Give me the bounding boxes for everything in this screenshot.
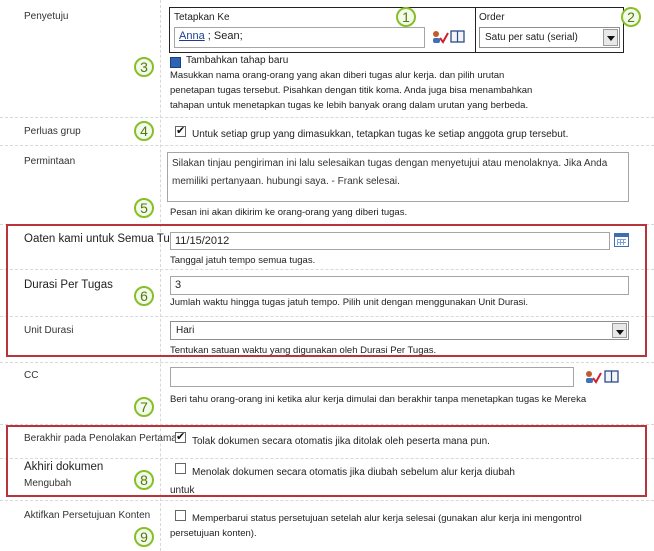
callout-1: 1 bbox=[396, 7, 416, 27]
request-label: Permintaan bbox=[24, 156, 76, 167]
assign-to-picker-icons bbox=[433, 30, 465, 44]
callout-5: 5 bbox=[134, 198, 154, 218]
cc-input[interactable] bbox=[170, 367, 574, 387]
row-divider bbox=[0, 362, 654, 363]
callout-8: 8 bbox=[134, 470, 154, 490]
check-names-icon[interactable] bbox=[433, 31, 449, 44]
approvers-help: Masukkan nama orang-orang yang akan dibe… bbox=[170, 70, 533, 111]
order-select[interactable]: Satu per satu (serial) bbox=[479, 27, 620, 48]
cc-label: CC bbox=[24, 370, 39, 381]
callout-6: 6 bbox=[134, 286, 154, 306]
request-help: Pesan ini akan dikirim ke orang-orang ya… bbox=[170, 207, 408, 218]
callout-2: 2 bbox=[621, 7, 641, 27]
request-textarea[interactable]: Silakan tinjau pengiriman ini lalu seles… bbox=[167, 152, 629, 202]
request-text: Silakan tinjau pengiriman ini lalu seles… bbox=[172, 158, 608, 187]
expand-groups-label: Perluas grup bbox=[24, 126, 81, 137]
approvers-label: Penyetuju bbox=[24, 11, 69, 22]
add-stage-link[interactable]: Tambahkan tahap baru bbox=[186, 55, 288, 66]
assign-to-text: ; Sean; bbox=[207, 30, 243, 42]
check-names-icon[interactable] bbox=[586, 371, 602, 384]
address-book-icon[interactable] bbox=[450, 30, 465, 43]
row-divider bbox=[0, 500, 654, 501]
callout-7: 7 bbox=[134, 397, 154, 417]
content-approval-checkbox-label: Memperbarui status persetujuan setelah a… bbox=[170, 513, 582, 539]
add-stage-icon[interactable] bbox=[170, 57, 181, 68]
callout-3: 3 bbox=[134, 57, 154, 77]
content-approval-label: Aktifkan Persetujuan Konten bbox=[24, 510, 151, 521]
highlight-box-due-settings bbox=[6, 224, 647, 357]
order-header: Order bbox=[479, 12, 505, 23]
cc-help: Beri tahu orang-orang ini ketika alur ke… bbox=[170, 394, 587, 405]
row-divider bbox=[0, 145, 654, 146]
expand-groups-checkbox-label: Untuk setiap grup yang dimasukkan, tetap… bbox=[192, 129, 569, 140]
assign-to-header: Tetapkan Ke bbox=[174, 12, 230, 23]
callout-9: 9 bbox=[134, 527, 154, 547]
assign-to-input[interactable]: Anna ; Sean; bbox=[174, 27, 425, 48]
chevron-down-icon[interactable] bbox=[603, 29, 618, 46]
highlight-box-end-settings bbox=[6, 425, 647, 497]
resolved-user[interactable]: Anna bbox=[179, 30, 205, 42]
row-divider bbox=[0, 117, 654, 118]
callout-4: 4 bbox=[134, 121, 154, 141]
cc-picker-icons bbox=[586, 370, 619, 384]
expand-groups-checkbox[interactable] bbox=[175, 124, 186, 137]
address-book-icon[interactable] bbox=[604, 370, 619, 383]
